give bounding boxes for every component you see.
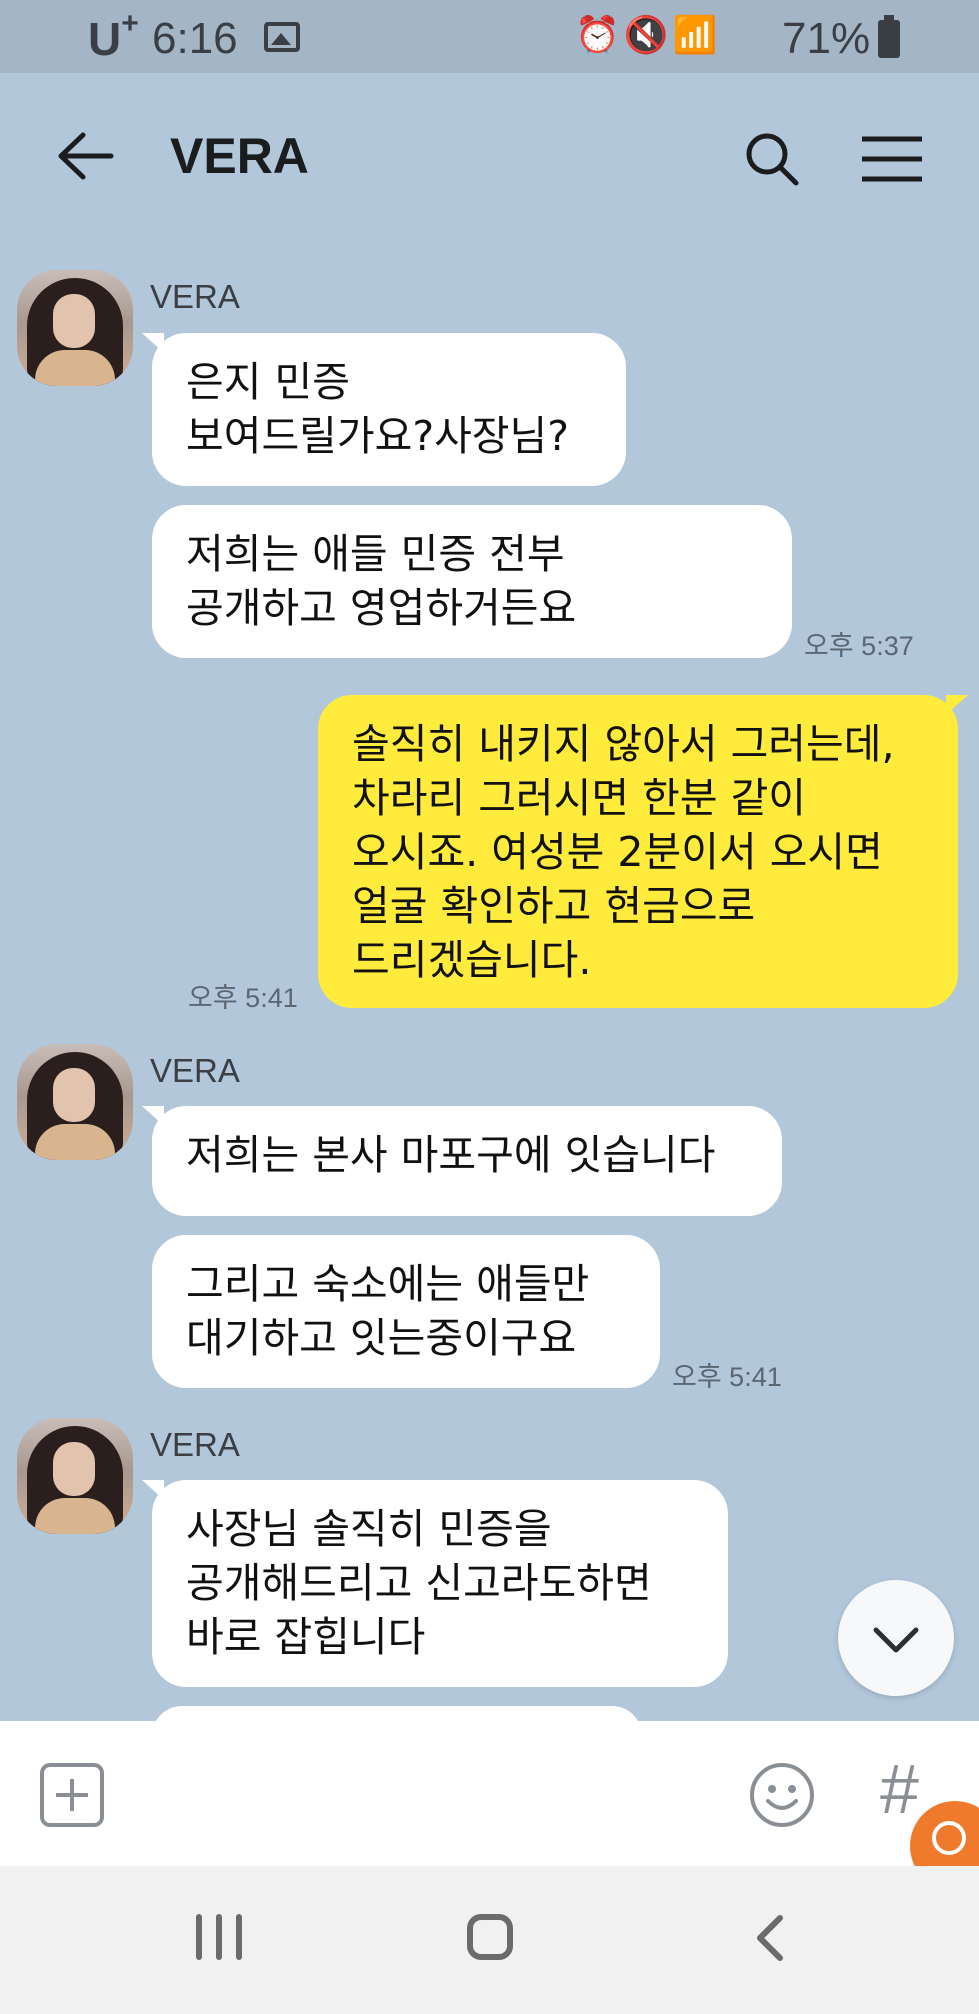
- status-bar: U+ 6:16 ⏰🔇📶 71%: [0, 0, 979, 73]
- battery-icon: [878, 15, 900, 58]
- carrier-label: U+: [88, 6, 139, 65]
- avatar[interactable]: [17, 1418, 133, 1534]
- message-bubble[interactable]: 저희는 본사 마포구에 잇습니다: [142, 1106, 782, 1216]
- message-bubble[interactable]: 저희는 애들 민증 전부 공개하고 영업하거든요: [152, 505, 792, 658]
- message-time: 오후 5:37: [804, 631, 914, 661]
- status-icons: ⏰🔇📶: [575, 14, 722, 55]
- hashtag-search-icon[interactable]: #: [880, 1749, 919, 1829]
- message-bubble[interactable]: 은지 민증 보여드릴가요?사장님?: [142, 333, 626, 486]
- message-time: 오후 5:41: [188, 983, 298, 1013]
- plus-icon[interactable]: [40, 1763, 104, 1827]
- chat-title: VERA: [170, 128, 309, 184]
- sender-name: VERA: [150, 278, 240, 315]
- link-icon: [932, 1821, 966, 1855]
- image-notification-icon: [264, 22, 300, 52]
- message-bubble[interactable]: 사장님 솔직히 민증을 공개해드리고 신고라도하면 바로 잡힙니다: [142, 1480, 728, 1687]
- menu-icon[interactable]: [860, 135, 924, 183]
- search-icon[interactable]: [742, 129, 802, 189]
- input-bar: #: [0, 1721, 979, 1891]
- chevron-down-icon: [873, 1627, 919, 1653]
- outgoing-message-bubble[interactable]: 솔직히 내키지 않아서 그러는데, 차라리 그러시면 한분 같이 오시죠. 여성…: [318, 695, 968, 1008]
- avatar[interactable]: [17, 1044, 133, 1160]
- recents-icon[interactable]: [196, 1914, 242, 1960]
- sender-name: VERA: [150, 1426, 240, 1463]
- status-time: 6:16: [152, 14, 238, 63]
- back-nav-icon[interactable]: [750, 1914, 790, 1962]
- scroll-to-bottom-button[interactable]: [838, 1580, 954, 1696]
- chat-header: VERA: [0, 73, 979, 243]
- avatar[interactable]: [17, 270, 133, 386]
- battery-percent: 71%: [782, 14, 871, 63]
- sender-name: VERA: [150, 1052, 240, 1089]
- system-nav-bar: [0, 1866, 979, 2014]
- home-icon[interactable]: [467, 1914, 513, 1960]
- message-time: 오후 5:41: [672, 1362, 782, 1392]
- message-bubble[interactable]: 그리고 숙소에는 애들만 대기하고 잇는중이구요: [152, 1235, 660, 1388]
- emoji-icon[interactable]: [748, 1761, 816, 1829]
- back-arrow-icon[interactable]: [55, 131, 115, 181]
